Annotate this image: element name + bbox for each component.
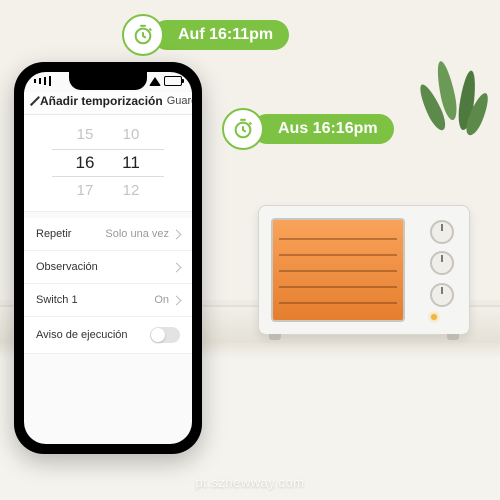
save-button[interactable]: Guardar (167, 95, 192, 107)
time-picker[interactable]: 15 10 16 11 17 12 (24, 115, 192, 212)
time-picker-row[interactable]: 17 12 (24, 177, 192, 205)
row-value: On (154, 294, 169, 306)
oven-dial (430, 251, 454, 275)
timer-off-label: Aus 16:16pm (252, 114, 394, 144)
row-label: Repetir (36, 228, 71, 240)
oven-dial (430, 283, 454, 307)
timer-off-pill: Aus 16:16pm (222, 108, 394, 150)
oven-dial (430, 220, 454, 244)
row-label: Aviso de ejecución (36, 329, 128, 341)
clock-icon (122, 14, 164, 56)
toaster-oven (258, 205, 470, 335)
time-picker-selected[interactable]: 16 11 (24, 149, 192, 177)
back-button[interactable] (30, 96, 40, 106)
row-observation[interactable]: Observación (24, 251, 192, 284)
chevron-right-icon (172, 262, 182, 272)
phone-notch (69, 72, 147, 90)
chevron-right-icon (172, 229, 182, 239)
phone-frame: Añadir temporización Guardar 15 10 16 11… (14, 62, 202, 454)
oven-window (271, 218, 405, 322)
hour-option[interactable]: 17 (73, 177, 97, 205)
settings-list: Repetir Solo una vez Observación Switch … (24, 218, 192, 354)
nav-bar: Añadir temporización Guardar (24, 92, 192, 115)
oven-controls (415, 206, 469, 334)
clock-icon (222, 108, 264, 150)
phone-screen: Añadir temporización Guardar 15 10 16 11… (24, 72, 192, 444)
row-label: Observación (36, 261, 98, 273)
timer-on-pill: Auf 16:11pm (122, 14, 289, 56)
chevron-right-icon (172, 295, 182, 305)
row-label: Switch 1 (36, 294, 78, 306)
row-repeat[interactable]: Repetir Solo una vez (24, 218, 192, 251)
hour-option[interactable]: 15 (73, 121, 97, 149)
row-value: Solo una vez (105, 228, 169, 240)
minute-option[interactable]: 10 (119, 121, 143, 149)
row-exec-notice[interactable]: Aviso de ejecución (24, 317, 192, 354)
timer-on-label: Auf 16:11pm (152, 20, 289, 50)
page-title: Añadir temporización (40, 94, 163, 108)
hour-selected[interactable]: 16 (73, 149, 97, 177)
wifi-icon (149, 77, 161, 86)
time-picker-row[interactable]: 15 10 (24, 121, 192, 149)
row-switch1[interactable]: Switch 1 On (24, 284, 192, 317)
toggle-switch[interactable] (150, 327, 180, 343)
minute-selected[interactable]: 11 (119, 149, 143, 177)
battery-icon (164, 76, 182, 86)
oven-indicator-light (431, 314, 437, 320)
minute-option[interactable]: 12 (119, 177, 143, 205)
plant-decoration (432, 60, 482, 180)
